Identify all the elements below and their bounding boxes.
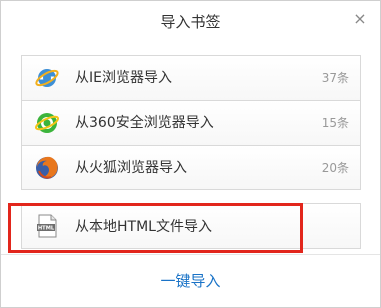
one-click-import-button[interactable]: 一键导入 (1, 254, 380, 307)
import-bookmarks-dialog: 导入书签 × 从IE浏览器导入 37条 从360安全浏览器导入 15条 从火狐浏… (0, 0, 381, 308)
firefox-bookmark-count: 20条 (321, 161, 349, 175)
import-from-firefox-button[interactable]: 从火狐浏览器导入 20条 (21, 145, 361, 190)
firefox-icon (36, 156, 58, 179)
html-import-label: 从本地HTML文件导入 (75, 219, 212, 235)
ie-bookmark-count: 37条 (321, 71, 349, 85)
import-from-ie-button[interactable]: 从IE浏览器导入 37条 (21, 55, 361, 100)
close-icon[interactable]: × (352, 11, 368, 27)
360-browser-icon (34, 113, 60, 133)
360-import-label: 从360安全浏览器导入 (75, 115, 214, 131)
import-from-html-file-button[interactable]: HTML 从本地HTML文件导入 (21, 203, 361, 249)
html-file-icon: HTML (37, 214, 57, 238)
360-bookmark-count: 15条 (321, 116, 349, 130)
ie-icon (35, 69, 59, 87)
firefox-import-label: 从火狐浏览器导入 (75, 160, 187, 176)
import-source-list: 从IE浏览器导入 37条 从360安全浏览器导入 15条 从火狐浏览器导入 20… (21, 55, 361, 190)
ie-import-label: 从IE浏览器导入 (75, 70, 172, 86)
dialog-title: 导入书签 (160, 13, 221, 31)
html-icon-text: HTML (38, 226, 55, 232)
import-from-360-button[interactable]: 从360安全浏览器导入 15条 (21, 100, 361, 145)
